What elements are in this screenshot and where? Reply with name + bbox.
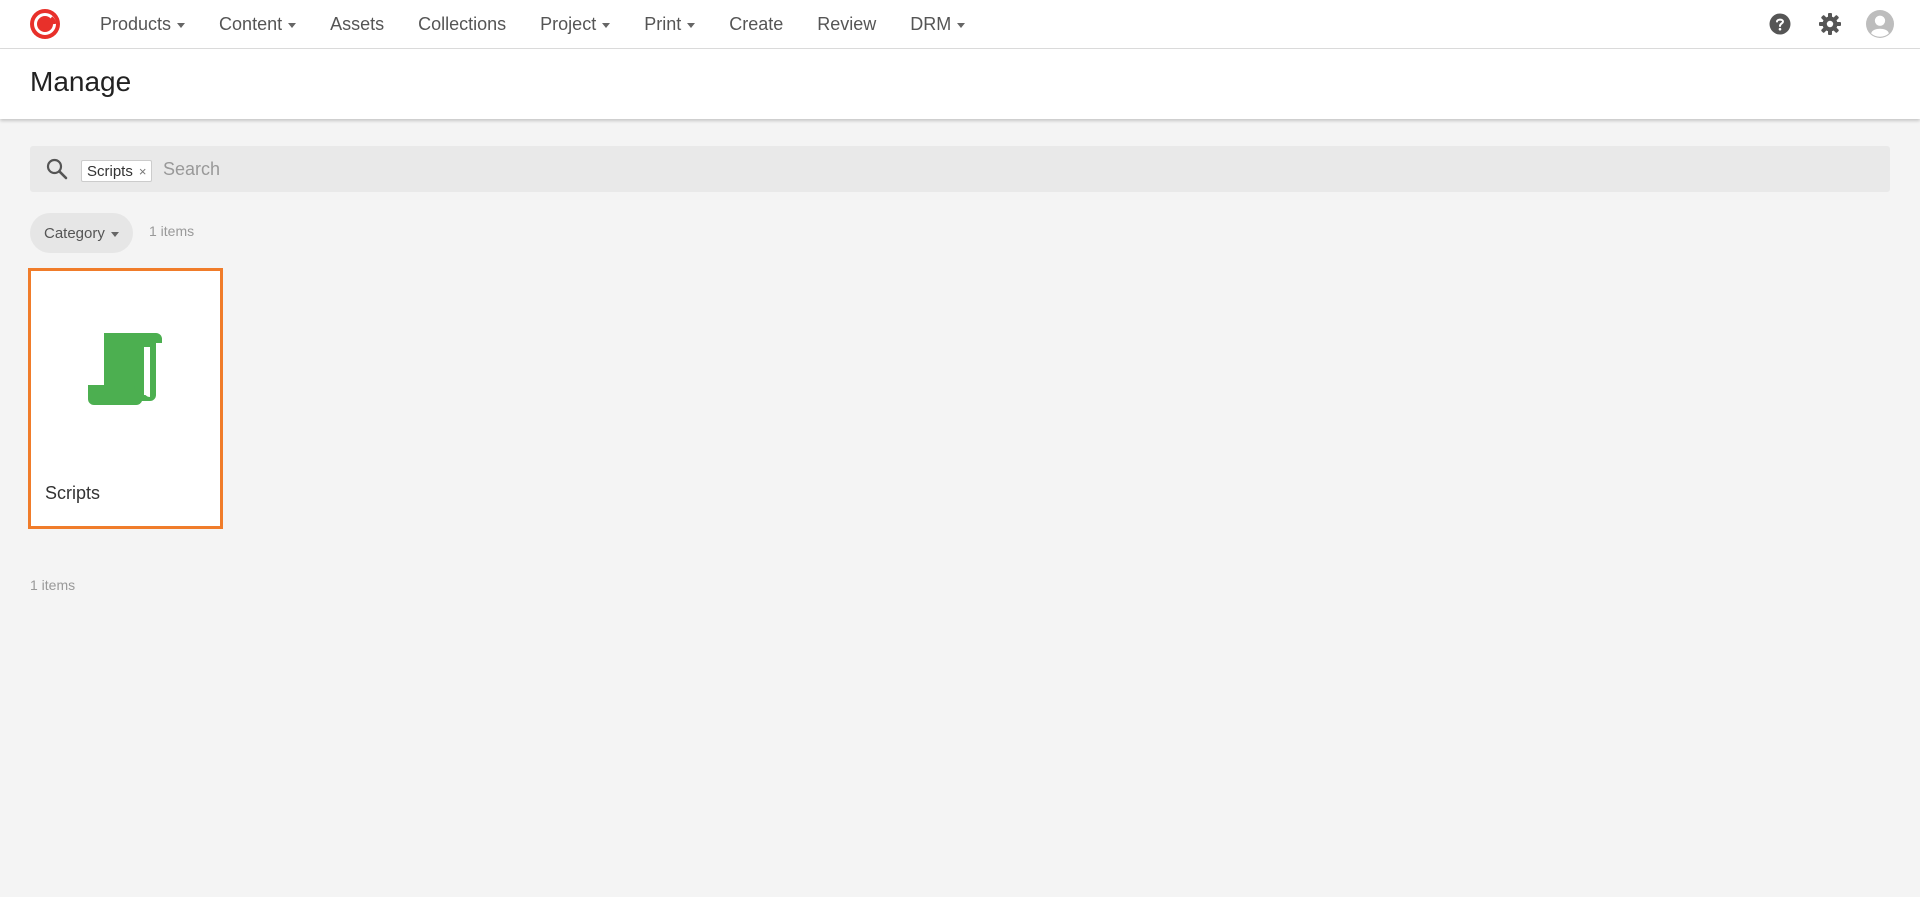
- page-title: Manage: [30, 66, 132, 97]
- caret-down-icon: [687, 22, 696, 28]
- user-avatar-icon[interactable]: [1866, 10, 1894, 38]
- caret-down-icon: [110, 231, 119, 237]
- nav-products[interactable]: Products: [84, 0, 203, 48]
- filter-chip-label: Scripts: [87, 162, 133, 180]
- item-count-footer: 1 items: [30, 577, 76, 593]
- page-header: Manage: [0, 49, 1920, 119]
- caret-down-icon: [288, 22, 297, 28]
- caret-down-icon: [602, 22, 611, 28]
- filter-chip-scripts: Scripts ×: [81, 160, 153, 182]
- nav-print[interactable]: Print: [628, 0, 713, 48]
- close-icon[interactable]: ×: [139, 164, 147, 179]
- category-label: Category: [44, 224, 105, 242]
- search-input[interactable]: [163, 154, 1863, 184]
- top-navbar: Products Content Assets Collections Proj…: [0, 0, 1920, 49]
- scroll-icon: [86, 329, 164, 407]
- nav-right-tools: [1744, 0, 1894, 48]
- nav-review[interactable]: Review: [801, 0, 894, 48]
- app-logo-icon[interactable]: [29, 8, 61, 40]
- search-icon: [46, 158, 68, 180]
- nav-drm[interactable]: DRM: [894, 0, 983, 48]
- nav-create[interactable]: Create: [713, 0, 801, 48]
- item-card-label: Scripts: [45, 483, 101, 503]
- caret-down-icon: [177, 22, 186, 28]
- nav-collections[interactable]: Collections: [402, 0, 524, 48]
- category-dropdown-button[interactable]: Category: [30, 213, 133, 253]
- nav-content[interactable]: Content: [203, 0, 314, 48]
- main-menu: Products Content Assets Collections Proj…: [84, 0, 983, 48]
- search-bar: Scripts ×: [30, 146, 1890, 192]
- caret-down-icon: [957, 22, 966, 28]
- help-icon[interactable]: [1766, 10, 1794, 38]
- item-count: 1 items: [149, 223, 195, 239]
- nav-project[interactable]: Project: [524, 0, 628, 48]
- item-card-scripts[interactable]: Scripts: [28, 268, 223, 529]
- gear-icon[interactable]: [1816, 10, 1844, 38]
- nav-assets[interactable]: Assets: [314, 0, 402, 48]
